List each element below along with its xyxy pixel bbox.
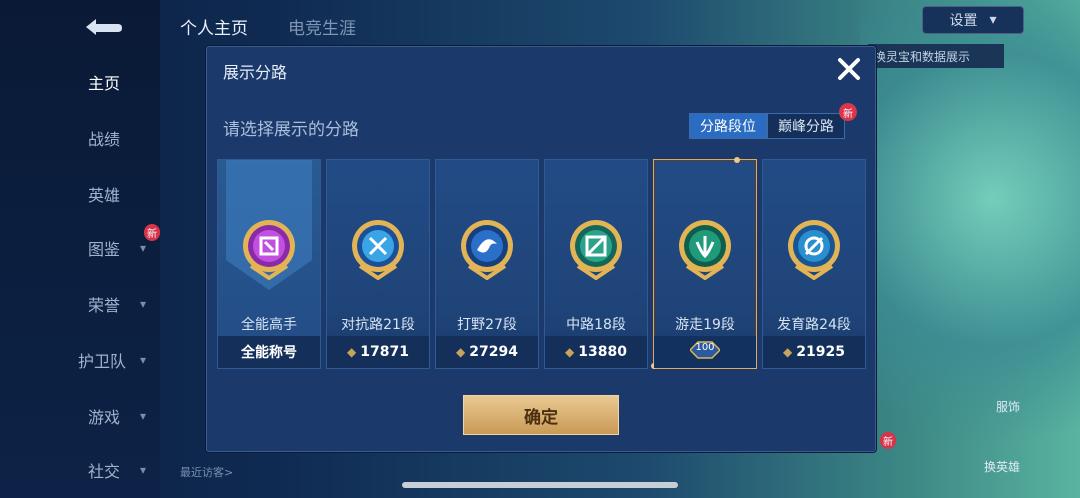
lane-card-roam[interactable]: 游走19段 100 [651, 157, 757, 369]
sidebar-item-records[interactable]: 战绩 [60, 118, 150, 158]
rank-points-icon: ◆ [565, 345, 575, 359]
new-badge: 新 [880, 432, 896, 449]
chevron-down-icon: ▾ [139, 353, 146, 367]
lane-value: ◆ 27294 [436, 336, 538, 368]
tab-esports[interactable]: 电竞生涯 [288, 14, 356, 39]
hint-text: 换灵宝和数据展示 [874, 49, 971, 64]
sidebar-item-label: 游戏 [88, 408, 121, 427]
close-icon [838, 58, 860, 80]
top-tabs: 个人主页 电竞生涯 [180, 14, 356, 39]
sidebar: 主页 战绩 英雄 图鉴 ▾ 新 荣誉 ▾ 护卫队 ▾ 游戏 ▾ 社交 ▾ [0, 0, 160, 498]
lane-label: 游走19段 [675, 317, 735, 333]
chevron-down-icon: ▾ [139, 463, 146, 477]
lane-card-mid[interactable]: 中路18段 ◆ 13880 [544, 159, 648, 369]
tab-profile[interactable]: 个人主页 [180, 14, 248, 39]
switch-hero-button[interactable]: 换英雄 [984, 458, 1020, 475]
sidebar-item-games[interactable]: 游戏 ▾ [60, 396, 150, 436]
tab-peak-lane[interactable]: 巅峰分路 [767, 113, 845, 139]
farm-lane-emblem-icon [788, 220, 840, 280]
sidebar-item-label: 主页 [88, 74, 121, 93]
lane-label: 全能高手 [241, 317, 297, 333]
sidebar-item-label: 战绩 [88, 130, 121, 149]
lane-value-text: 27294 [469, 344, 518, 360]
mid-lane-emblem-icon [570, 220, 622, 280]
sidebar-item-guard[interactable]: 护卫队 ▾ [60, 340, 150, 380]
sidebar-item-codex[interactable]: 图鉴 ▾ 新 [60, 224, 160, 268]
home-indicator [402, 482, 678, 488]
corner-dot [734, 157, 740, 163]
settings-button[interactable]: 设置 ▾ [922, 6, 1024, 34]
lane-label: 打野27段 [457, 317, 517, 333]
lane-value-text: 全能称号 [241, 345, 297, 361]
rank-points-icon: ◆ [456, 345, 466, 359]
lane-label: 对抗路21段 [341, 317, 415, 333]
modal-subtitle: 请选择展示的分路 [223, 120, 359, 140]
modal-header: 展示分路 [207, 47, 875, 93]
modal-title: 展示分路 [223, 63, 288, 82]
sidebar-item-label: 图鉴 [88, 240, 121, 259]
recent-visitors-link[interactable]: 最近访客> [180, 464, 233, 480]
sidebar-item-label: 护卫队 [78, 352, 127, 371]
new-badge: 新 [839, 103, 857, 121]
lane-label: 发育路24段 [777, 317, 851, 333]
chevron-down-icon: ▾ [139, 297, 146, 311]
roam-emblem-icon [679, 220, 731, 280]
jungle-emblem-icon [461, 220, 513, 280]
tab-lane-rank[interactable]: 分路段位 [689, 113, 767, 139]
lane-value-text: 21925 [796, 344, 845, 360]
chevron-down-icon: ▾ [989, 12, 997, 28]
sidebar-item-label: 社交 [88, 462, 121, 481]
badge-value: 100 [695, 342, 715, 353]
lane-value-text: 17871 [360, 344, 409, 360]
chevron-down-icon: ▾ [139, 409, 146, 423]
lane-label: 中路18段 [566, 317, 626, 333]
lane-value: ◆ 21925 [763, 336, 865, 368]
rank-stars-badge: 100 [688, 340, 722, 360]
lane-cards: 全能高手 全能称号 对抗路21段 ◆ 17871 打野27段 ◆ 27294 中… [217, 157, 867, 369]
lane-value: 全能称号 [218, 336, 320, 368]
outfit-button[interactable]: 服饰 [996, 398, 1020, 415]
lane-card-jungle[interactable]: 打野27段 ◆ 27294 [435, 159, 539, 369]
lane-card-farm[interactable]: 发育路24段 ◆ 21925 [762, 159, 866, 369]
lane-value: ◆ 17871 [327, 336, 429, 368]
clash-lane-emblem-icon [352, 220, 404, 280]
back-arrow-icon[interactable] [82, 14, 126, 40]
lane-card-all-round[interactable]: 全能高手 全能称号 [217, 159, 321, 369]
hint-strip: 换灵宝和数据展示 [868, 44, 1004, 68]
close-button[interactable] [833, 53, 865, 85]
sidebar-item-social[interactable]: 社交 ▾ [60, 450, 150, 490]
sidebar-item-heroes[interactable]: 英雄 [60, 174, 150, 214]
lane-mode-tabs: 分路段位 巅峰分路 新 [689, 103, 857, 139]
sidebar-item-label: 荣誉 [88, 296, 121, 315]
sidebar-item-home[interactable]: 主页 [60, 62, 150, 102]
sidebar-item-label: 英雄 [88, 186, 121, 205]
hero-art [860, 0, 1080, 498]
lane-value-text: 13880 [578, 344, 627, 360]
lane-card-clash[interactable]: 对抗路21段 ◆ 17871 [326, 159, 430, 369]
rank-points-icon: ◆ [783, 345, 793, 359]
rank-points-icon: ◆ [347, 345, 357, 359]
lane-value: ◆ 13880 [545, 336, 647, 368]
sidebar-item-honor[interactable]: 荣誉 ▾ [60, 284, 150, 324]
chevron-down-icon: ▾ [139, 241, 146, 255]
lane-display-modal: 展示分路 请选择展示的分路 分路段位 巅峰分路 新 全能高手 全能称号 对抗路2… [206, 46, 876, 452]
new-badge: 新 [144, 224, 160, 241]
settings-label: 设置 [949, 13, 978, 29]
confirm-button[interactable]: 确定 [463, 395, 619, 435]
all-round-emblem-icon [243, 220, 295, 280]
